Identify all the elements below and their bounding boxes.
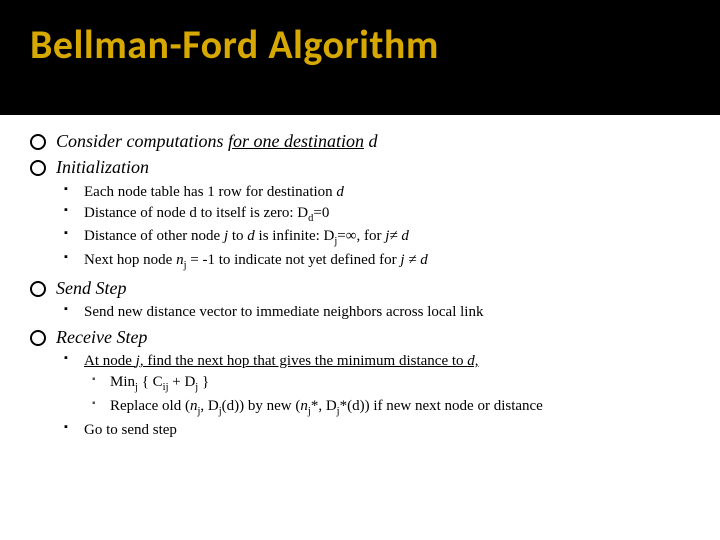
title-band: Bellman-Ford Algorithm	[0, 0, 720, 115]
text: *(d)) if new next node or distance	[340, 398, 543, 414]
text: is infinite: D	[255, 228, 335, 244]
list-item: Next hop node nj = -1 to indicate not ye…	[64, 250, 690, 274]
var: j≠ d	[385, 228, 409, 244]
list-item: Go to send step	[64, 420, 690, 441]
bullet-receive: Receive Step At node j, find the next ho…	[30, 325, 690, 441]
text: Go to send step	[84, 422, 177, 438]
text: Send Step	[56, 278, 126, 298]
var: j ≠ d	[400, 252, 427, 268]
text: Distance of node d to itself is zero: D	[84, 205, 308, 221]
bullet-consider: Consider computations for one destinatio…	[30, 129, 690, 153]
text: , D	[200, 398, 218, 414]
text: to	[228, 228, 247, 244]
text: Min	[110, 374, 135, 390]
text: At node	[84, 353, 136, 369]
text: (d)) by new (	[222, 398, 301, 414]
text: =∞, for	[337, 228, 385, 244]
list-item: At node j, find the next hop that gives …	[64, 351, 690, 419]
list-item: Replace old (nj, Dj(d)) by new (nj*, Dj*…	[92, 396, 690, 420]
var: d	[247, 228, 255, 244]
slide-title: Bellman-Ford Algorithm	[30, 20, 690, 69]
text: Next hop node	[84, 252, 176, 268]
text: *, D	[311, 398, 337, 414]
text: Initialization	[56, 157, 149, 177]
outline-list: Consider computations for one destinatio…	[30, 129, 690, 441]
text: { C	[138, 374, 163, 390]
text: Receive Step	[56, 327, 147, 347]
text: }	[198, 374, 209, 390]
list-item: Minj { Cij + Dj }	[92, 372, 690, 396]
text: , find the next hop that gives the minim…	[140, 353, 467, 369]
text: d	[364, 131, 378, 151]
text: Send new distance vector to immediate ne…	[84, 304, 483, 320]
underline-text: for one destination	[228, 131, 364, 151]
slide-content: Consider computations for one destinatio…	[0, 115, 720, 441]
var: d	[336, 184, 344, 200]
list-item: Send new distance vector to immediate ne…	[64, 302, 690, 323]
list-item: Distance of other node j to d is infinit…	[64, 226, 690, 250]
list-item: Distance of node d to itself is zero: Dd…	[64, 203, 690, 227]
text: Replace old (	[110, 398, 190, 414]
bullet-initialization: Initialization Each node table has 1 row…	[30, 155, 690, 273]
sublist-recv: At node j, find the next hop that gives …	[64, 351, 690, 440]
text: + D	[169, 374, 196, 390]
text: Distance of other node	[84, 228, 224, 244]
bullet-send: Send Step Send new distance vector to im…	[30, 276, 690, 323]
var: n	[300, 398, 308, 414]
var: d,	[467, 353, 478, 369]
list-item: Each node table has 1 row for destinatio…	[64, 182, 690, 203]
text: Consider computations	[56, 131, 228, 151]
sublist-send: Send new distance vector to immediate ne…	[64, 302, 690, 323]
sublist-recv-inner: Minj { Cij + Dj } Replace old (nj, Dj(d)…	[92, 372, 690, 419]
text: = -1 to indicate not yet defined for	[187, 252, 401, 268]
sublist-init: Each node table has 1 row for destinatio…	[64, 182, 690, 274]
text: =0	[313, 205, 329, 221]
var: n	[176, 252, 184, 268]
text: Each node table has 1 row for destinatio…	[84, 184, 336, 200]
